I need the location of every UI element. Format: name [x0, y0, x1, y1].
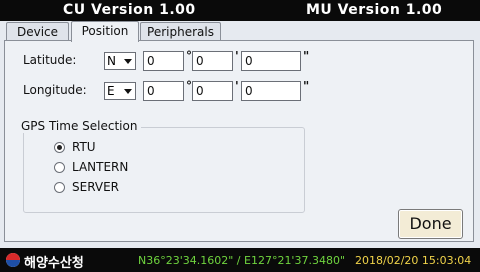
longitude-hemisphere-value: E	[107, 84, 115, 98]
latitude-hemisphere-value: N	[107, 54, 116, 68]
radio-rtu-label[interactable]: RTU	[72, 140, 96, 154]
gps-time-selection-title: GPS Time Selection	[17, 119, 142, 133]
organization-name: 해양수산청	[24, 256, 84, 271]
gps-coordinates: N36°23'34.1602" / E127°21'37.3480"	[138, 254, 346, 267]
date-time: 2018/02/20 15:03:04	[355, 254, 472, 267]
longitude-hemisphere-select[interactable]: E	[104, 82, 136, 100]
latitude-label: Latitude:	[23, 53, 77, 67]
radio-rtu[interactable]	[54, 142, 65, 153]
cu-version-label: CU Version 1.00	[63, 2, 196, 18]
radio-server-label[interactable]: SERVER	[72, 180, 119, 194]
tab-position[interactable]: Position	[71, 21, 139, 42]
longitude-seconds-input[interactable]: 0	[241, 81, 301, 101]
minute-mark: '	[235, 49, 239, 63]
minute-mark: '	[235, 79, 239, 93]
title-bar: CU Version 1.00 MU Version 1.00	[0, 0, 480, 21]
latitude-seconds-input[interactable]: 0	[241, 51, 301, 71]
tab-peripherals[interactable]: Peripherals	[140, 22, 221, 40]
longitude-minutes-input[interactable]: 0	[192, 81, 233, 101]
second-mark: "	[303, 49, 310, 63]
taegeuk-logo-icon	[6, 253, 20, 267]
radio-lantern[interactable]	[54, 162, 65, 173]
latitude-hemisphere-select[interactable]: N	[104, 52, 136, 70]
app-window: CU Version 1.00 MU Version 1.00 Device P…	[0, 0, 480, 272]
radio-server[interactable]	[54, 182, 65, 193]
longitude-label: Longitude:	[23, 83, 87, 97]
tab-bar: Device Position Peripherals	[0, 21, 480, 42]
radio-lantern-label[interactable]: LANTERN	[72, 160, 128, 174]
latitude-minutes-input[interactable]: 0	[192, 51, 233, 71]
longitude-degrees-input[interactable]: 0	[143, 81, 184, 101]
gps-time-selection-group	[23, 127, 305, 213]
tab-device[interactable]: Device	[6, 22, 69, 40]
status-bar: 해양수산청 N36°23'34.1602" / E127°21'37.3480"…	[0, 248, 480, 272]
latitude-degrees-input[interactable]: 0	[143, 51, 184, 71]
mu-version-label: MU Version 1.00	[306, 2, 443, 18]
second-mark: "	[303, 79, 310, 93]
chevron-down-icon	[124, 89, 132, 94]
chevron-down-icon	[124, 59, 132, 64]
done-button[interactable]: Done	[398, 209, 463, 239]
